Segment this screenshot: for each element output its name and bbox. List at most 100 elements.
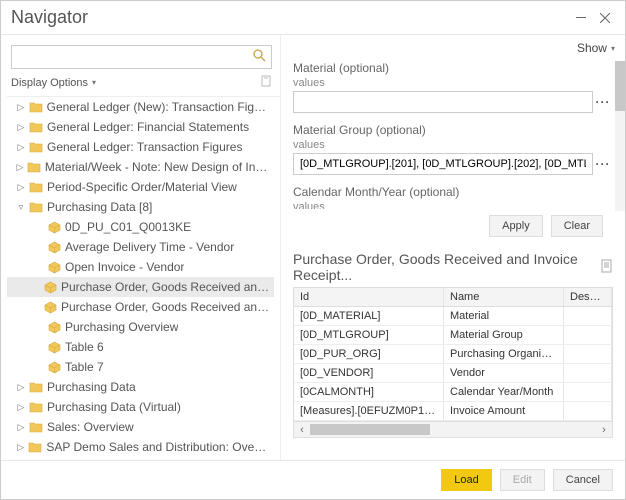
cell-id: [0D_PUR_ORG]	[294, 345, 444, 363]
display-options-dropdown[interactable]: Display Options▾	[7, 75, 280, 96]
expand-icon[interactable]: ▷	[15, 442, 26, 453]
table-row[interactable]: [Measures].[0EFUZM0P10X72MBPOYVBYISW\Inv…	[294, 402, 612, 421]
clear-button[interactable]: Clear	[551, 215, 603, 237]
tree-node[interactable]: 0D_PU_C01_Q0013KE	[7, 217, 274, 237]
tree-node[interactable]: ▷ Purchasing Data	[7, 377, 274, 397]
folder-icon	[29, 100, 43, 114]
expand-icon[interactable]: ▷	[15, 122, 27, 133]
material-browse-button[interactable]: ···	[593, 95, 613, 109]
preview-title: Purchase Order, Goods Received and Invoi…	[293, 251, 613, 283]
cell-name: Material Group	[444, 326, 564, 344]
horizontal-scrollbar[interactable]: ‹ ›	[293, 422, 613, 438]
folder-icon	[27, 160, 41, 174]
cell-name: Purchasing Organization	[444, 345, 564, 363]
material-group-input[interactable]	[293, 153, 593, 175]
tree-node[interactable]: ▷ Sales: Overview	[7, 417, 274, 437]
tree-node-label: General Ledger: Financial Statements	[47, 120, 249, 134]
material-group-sublabel: values	[293, 139, 613, 151]
tree-node-label: Period-Specific Order/Material View	[47, 180, 237, 194]
cell-id: [Measures].[0EFUZM0P10X72MBPOYVBYISW\	[294, 402, 444, 420]
tree-view[interactable]: ▷ General Ledger (New): Transaction Figur…	[7, 96, 280, 460]
tree-node-label: 0D_PU_C01_Q0013KE	[65, 220, 191, 234]
search-icon[interactable]	[253, 49, 266, 65]
minimize-icon[interactable]	[571, 8, 591, 28]
close-icon[interactable]	[595, 8, 615, 28]
material-group-label: Material Group (optional)	[293, 123, 613, 137]
show-dropdown[interactable]: Show▾	[577, 41, 615, 55]
preview-table: Id Name Description [0D_MATERIAL]Materia…	[293, 287, 613, 422]
material-sublabel: values	[293, 77, 613, 89]
tree-node[interactable]: Average Delivery Time - Vendor	[7, 237, 274, 257]
folder-icon	[29, 400, 43, 414]
edit-button[interactable]: Edit	[500, 469, 545, 491]
folder-icon	[28, 440, 42, 454]
table-row[interactable]: [0D_MTLGROUP]Material Group	[294, 326, 612, 345]
table-row[interactable]: [0CALMONTH]Calendar Year/Month	[294, 383, 612, 402]
cell-name: Calendar Year/Month	[444, 383, 564, 401]
cube-icon	[44, 280, 57, 294]
tree-node[interactable]: ▷ Period-Specific Order/Material View	[7, 177, 274, 197]
tree-node-label: General Ledger (New): Transaction Figure…	[47, 100, 270, 114]
refresh-icon[interactable]	[260, 75, 272, 90]
cell-name: Invoice Amount	[444, 402, 564, 420]
cube-icon	[47, 240, 61, 254]
expand-icon[interactable]: ▷	[15, 142, 27, 153]
tree-node[interactable]: ▿ Purchasing Data [8]	[7, 197, 274, 217]
cell-name: Vendor	[444, 364, 564, 382]
expand-icon[interactable]: ▷	[15, 402, 27, 413]
tree-node[interactable]: ▷ General Ledger (New): Transaction Figur…	[7, 97, 274, 117]
folder-icon	[29, 140, 43, 154]
column-header-description[interactable]: Description	[564, 288, 612, 306]
tree-node[interactable]: Purchase Order, Goods Received and Invoi…	[7, 277, 274, 297]
cell-id: [0D_MATERIAL]	[294, 307, 444, 325]
cell-description	[564, 402, 612, 420]
column-header-id[interactable]: Id	[294, 288, 444, 306]
tree-node[interactable]: ▷SAP DemoCube	[7, 457, 274, 460]
expand-icon[interactable]: ▷	[15, 382, 27, 393]
tree-node-label: Sales: Overview	[47, 420, 134, 434]
cancel-button[interactable]: Cancel	[553, 469, 613, 491]
details-panel: Show▾ Material (optional) values ··· Mat…	[281, 35, 625, 460]
expand-icon[interactable]: ▷	[15, 182, 27, 193]
scroll-right-icon[interactable]: ›	[596, 424, 612, 436]
tree-node-label: Purchasing Data [8]	[47, 200, 152, 214]
table-row[interactable]: [0D_PUR_ORG]Purchasing Organization	[294, 345, 612, 364]
tree-node-label: Purchasing Overview	[65, 320, 178, 334]
load-button[interactable]: Load	[441, 469, 491, 491]
material-input[interactable]	[293, 91, 593, 113]
tree-node-label: Purchase Order, Goods Received and Invoi…	[61, 280, 270, 294]
material-group-browse-button[interactable]: ···	[593, 157, 613, 171]
table-row[interactable]: [0D_MATERIAL]Material	[294, 307, 612, 326]
tree-node[interactable]: Table 7	[7, 357, 274, 377]
tree-node[interactable]: Purchasing Overview	[7, 317, 274, 337]
search-input[interactable]	[11, 45, 272, 69]
collapse-icon[interactable]: ▿	[15, 202, 27, 213]
tree-node[interactable]: ▷Purchasing Data (Virtual)	[7, 397, 274, 417]
expand-icon[interactable]: ▷	[15, 422, 27, 433]
tree-node[interactable]: ▷Material/Week - Note: New Design of Inv…	[7, 157, 274, 177]
expand-icon[interactable]: ▷	[15, 162, 25, 173]
expand-icon[interactable]: ▷	[15, 102, 27, 113]
apply-button[interactable]: Apply	[489, 215, 543, 237]
cell-name: Material	[444, 307, 564, 325]
chevron-down-icon: ▾	[611, 44, 615, 53]
tree-node[interactable]: Open Invoice - Vendor	[7, 257, 274, 277]
cell-description	[564, 307, 612, 325]
scroll-left-icon[interactable]: ‹	[294, 424, 310, 436]
tree-node[interactable]: Purchase Order, Goods Received and Invoi…	[7, 297, 274, 317]
cell-id: [0CALMONTH]	[294, 383, 444, 401]
cube-icon	[47, 220, 61, 234]
tree-node-label: Table 6	[65, 340, 104, 354]
tree-node[interactable]: ▷ SAP Demo Sales and Distribution: Overvi…	[7, 437, 274, 457]
tree-node[interactable]: ▷ General Ledger: Financial Statements	[7, 117, 274, 137]
tree-node-label: SAP Demo Sales and Distribution: Overvie…	[46, 440, 270, 454]
tree-node[interactable]: Table 6	[7, 337, 274, 357]
cell-description	[564, 383, 612, 401]
params-vertical-scrollbar[interactable]	[615, 61, 625, 211]
column-header-name[interactable]: Name	[444, 288, 564, 306]
tree-node[interactable]: ▷General Ledger: Transaction Figures	[7, 137, 274, 157]
tree-node-label: Average Delivery Time - Vendor	[65, 240, 234, 254]
tree-node-label: Purchasing Data	[47, 380, 136, 394]
tree-node-label: Purchase Order, Goods Received and Invoi…	[61, 300, 270, 314]
table-row[interactable]: [0D_VENDOR]Vendor	[294, 364, 612, 383]
